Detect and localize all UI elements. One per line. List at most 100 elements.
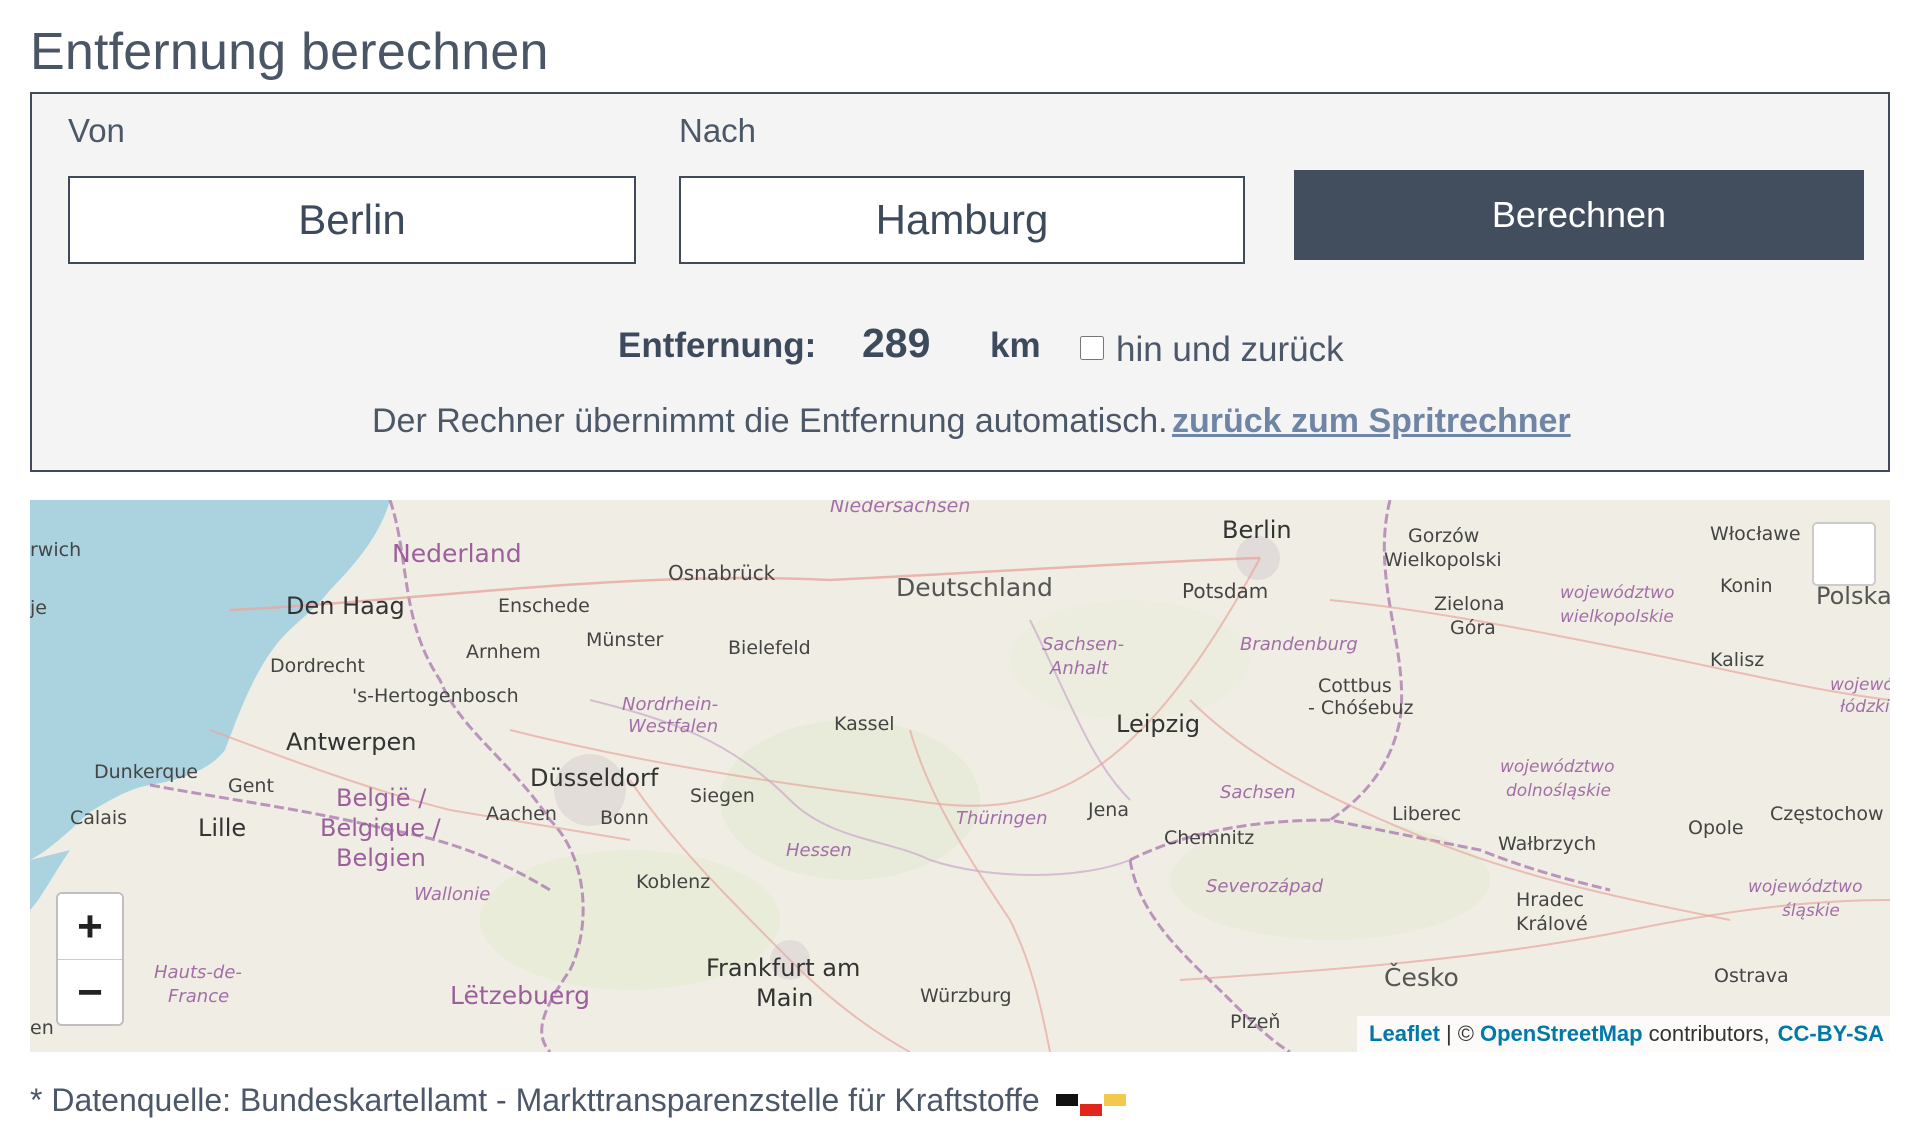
roundtrip-checkbox[interactable] bbox=[1080, 336, 1104, 360]
map-label-berlin: Berlin bbox=[1222, 516, 1292, 544]
map-label-woj-dln: województwo bbox=[1500, 757, 1614, 777]
map-label-belgique: Belgique / bbox=[320, 814, 442, 842]
map-label-liberec: Liberec bbox=[1392, 803, 1461, 825]
openstreetmap-link[interactable]: OpenStreetMap bbox=[1480, 1021, 1643, 1047]
map-label-polska: Polska bbox=[1816, 582, 1890, 610]
map-label-chemnitz: Chemnitz bbox=[1164, 827, 1254, 849]
map[interactable]: Niedersachsen Berlin Gorzów Wielkopolski… bbox=[30, 500, 1890, 1052]
map-label-belgien: Belgien bbox=[336, 844, 426, 872]
map-label-wuerzburg: Würzburg bbox=[920, 985, 1012, 1007]
to-input[interactable] bbox=[679, 176, 1245, 264]
map-label-leipzig: Leipzig bbox=[1116, 710, 1200, 738]
map-label-walbrzych: Wałbrzych bbox=[1498, 833, 1596, 855]
map-attribution: Leaflet | © OpenStreetMap contributors, … bbox=[1357, 1016, 1890, 1052]
map-label-wojew-r: wojewód bbox=[1830, 675, 1890, 695]
cc-by-sa-link[interactable]: CC-BY-SA bbox=[1778, 1021, 1884, 1047]
map-label-je: je bbox=[30, 597, 47, 619]
distance-label: Entfernung: bbox=[618, 326, 817, 365]
leaflet-link[interactable]: Leaflet bbox=[1369, 1021, 1440, 1047]
german-flag-icon bbox=[1056, 1094, 1126, 1116]
map-label-osnabrueck: Osnabrück bbox=[668, 561, 776, 585]
zoom-control: + − bbox=[56, 892, 124, 1026]
map-label-dunkerque: Dunkerque bbox=[94, 761, 198, 783]
map-label-nederland: Nederland bbox=[392, 539, 522, 568]
map-label-slaskie: śląskie bbox=[1782, 901, 1840, 921]
distance-form-panel: Von Nach Berechnen Entfernung: 289 km hi… bbox=[30, 92, 1890, 472]
auto-transfer-note: Der Rechner übernimmt die Entfernung aut… bbox=[372, 402, 1168, 440]
back-to-fuel-calculator-link[interactable]: zurück zum Spritrechner bbox=[1172, 402, 1571, 441]
data-source-footer: * Datenquelle: Bundeskartellamt - Marktt… bbox=[30, 1082, 1040, 1118]
distance-unit: km bbox=[990, 326, 1041, 365]
layers-control-button[interactable] bbox=[1812, 522, 1876, 586]
map-label-letzebuerg: Lëtzebuerg bbox=[450, 981, 590, 1010]
map-label-ostrava: Ostrava bbox=[1714, 965, 1789, 987]
map-label-den-haag: Den Haag bbox=[286, 592, 405, 620]
map-label-bielefeld: Bielefeld bbox=[728, 637, 811, 659]
map-label-belgie: België / bbox=[336, 784, 427, 812]
map-label-main: Main bbox=[756, 984, 813, 1012]
map-label-lille: Lille bbox=[198, 814, 246, 842]
map-label-cottbus: Cottbus bbox=[1318, 675, 1392, 697]
map-label-wielkopolski: Wielkopolski bbox=[1384, 549, 1502, 571]
map-label-brandenburg: Brandenburg bbox=[1240, 634, 1358, 655]
map-label-kassel: Kassel bbox=[834, 713, 895, 735]
map-label-jena: Jena bbox=[1087, 799, 1129, 821]
map-label-potsdam: Potsdam bbox=[1182, 579, 1268, 603]
map-label-muenster: Münster bbox=[586, 629, 664, 651]
map-label-niedersachsen: Niedersachsen bbox=[830, 500, 970, 517]
map-label-kralove: Králové bbox=[1516, 913, 1588, 935]
map-label-cesko: Česko bbox=[1384, 962, 1459, 992]
map-label-hradec: Hradec bbox=[1516, 889, 1584, 911]
map-label-bonn: Bonn bbox=[600, 807, 649, 829]
map-label-thueringen: Thüringen bbox=[956, 808, 1048, 829]
map-label-lodzkie: łódzki bbox=[1840, 697, 1890, 717]
map-label-france: France bbox=[168, 986, 229, 1007]
map-label-kalisz: Kalisz bbox=[1710, 649, 1764, 671]
map-label-wallonie: Wallonie bbox=[414, 884, 490, 905]
map-label-enschede: Enschede bbox=[498, 595, 590, 617]
map-label-zielona: Zielona bbox=[1434, 593, 1505, 615]
map-label-woj-sl: województwo bbox=[1748, 877, 1862, 897]
map-label-hertogenbosch: 's-Hertogenbosch bbox=[352, 685, 519, 707]
map-label-gent: Gent bbox=[228, 775, 274, 797]
map-label-sachsen-anhalt-1: Sachsen- bbox=[1042, 634, 1124, 655]
map-label-sachsen-anhalt-2: Anhalt bbox=[1049, 658, 1109, 679]
calculate-button[interactable]: Berechnen bbox=[1294, 170, 1864, 260]
map-label-gora: Góra bbox=[1450, 617, 1496, 639]
map-label-calais: Calais bbox=[70, 807, 127, 829]
map-label-dolnoslaskie: dolnośląskie bbox=[1506, 781, 1611, 801]
attribution-contributors: contributors, bbox=[1648, 1021, 1770, 1046]
map-tiles: Niedersachsen Berlin Gorzów Wielkopolski… bbox=[30, 500, 1890, 1052]
map-label-sachsen: Sachsen bbox=[1220, 782, 1296, 803]
map-label-antwerpen: Antwerpen bbox=[286, 728, 417, 756]
map-label-hessen: Hessen bbox=[786, 840, 852, 861]
map-label-nrw-1: Nordrhein- bbox=[622, 694, 718, 715]
to-label: Nach bbox=[679, 112, 757, 149]
map-label-konin: Konin bbox=[1720, 575, 1773, 597]
map-label-hauts: Hauts-de- bbox=[154, 962, 242, 983]
map-label-deutschland: Deutschland bbox=[896, 573, 1053, 602]
roundtrip-label[interactable]: hin und zurück bbox=[1116, 330, 1344, 370]
map-label-nrw-2: Westfalen bbox=[628, 716, 718, 737]
zoom-in-button[interactable]: + bbox=[58, 894, 122, 960]
map-label-koblenz: Koblenz bbox=[636, 871, 710, 893]
map-label-severozapad: Severozápad bbox=[1206, 876, 1324, 897]
distance-value: 289 bbox=[862, 320, 931, 366]
map-label-chosebuz: - Chóśebuz bbox=[1308, 697, 1414, 719]
page-title: Entfernung berechnen bbox=[30, 23, 549, 81]
map-label-czestochowa: Częstochow bbox=[1770, 803, 1884, 825]
map-label-plzen: Plzeň bbox=[1230, 1011, 1280, 1033]
map-label-siegen: Siegen bbox=[690, 785, 755, 807]
zoom-out-button[interactable]: − bbox=[58, 960, 122, 1024]
map-label-duesseldorf: Düsseldorf bbox=[530, 764, 659, 792]
map-label-gorzow: Gorzów bbox=[1408, 525, 1479, 547]
map-label-opole: Opole bbox=[1688, 817, 1744, 839]
map-label-wloclawek: Włocławe bbox=[1710, 523, 1801, 545]
map-label-aachen: Aachen bbox=[486, 803, 557, 825]
map-label-frankfurt: Frankfurt am bbox=[706, 954, 860, 982]
map-label-arnhem: Arnhem bbox=[466, 641, 541, 663]
map-label-woj-wlkp: województwo bbox=[1560, 583, 1674, 603]
map-label-norwich: rwich bbox=[30, 539, 81, 561]
map-label-en: en bbox=[30, 1017, 54, 1039]
from-input[interactable] bbox=[68, 176, 636, 264]
